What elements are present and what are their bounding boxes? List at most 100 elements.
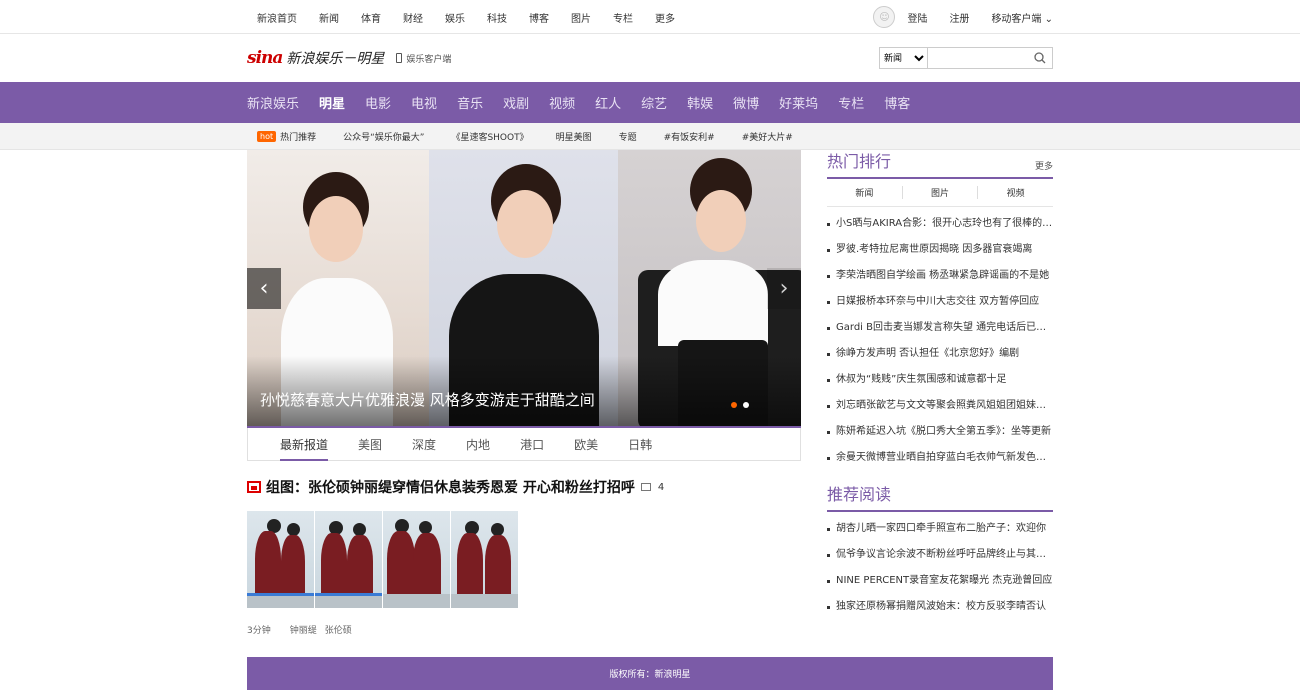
ranking-tab-photos[interactable]: 图片 bbox=[903, 186, 979, 199]
avatar-icon[interactable]: ☺ bbox=[873, 6, 896, 28]
photo-slider[interactable]: 孙悦慈春意大片优雅浪漫 风格多变游走于甜酷之间 ‹ › bbox=[247, 150, 801, 426]
article-thumbnails bbox=[247, 511, 801, 608]
ranking-item[interactable]: 小S晒与AKIRA合影：很开心志玲也有了很棒的归宿 bbox=[827, 211, 1053, 237]
register-link[interactable]: 注册 bbox=[949, 10, 969, 25]
recommended-reading: 推荐阅读 胡杏儿晒一家四口牵手照宣布二胎产子：欢迎你 侃爷争议言论余波不断粉丝呼… bbox=[827, 483, 1053, 620]
tab-depth[interactable]: 深度 bbox=[412, 428, 436, 461]
slider-dot-2[interactable] bbox=[743, 402, 749, 408]
hot-link-shoot[interactable]: 《星速客SHOOT》 bbox=[451, 130, 528, 143]
gallery-icon bbox=[640, 483, 651, 491]
right-column: 热门排行 更多 新闻 图片 视频 小S晒与AKIRA合影：很开心志玲也有了很棒的… bbox=[827, 150, 1053, 620]
nav-influencer[interactable]: 红人 bbox=[595, 93, 621, 112]
thumbnail-4[interactable] bbox=[451, 511, 518, 608]
slider-dots bbox=[731, 402, 749, 408]
left-column: 孙悦慈春意大片优雅浪漫 风格多变游走于甜酷之间 ‹ › 最新报道 美图 深度 内… bbox=[247, 150, 801, 636]
tab-hk[interactable]: 港口 bbox=[520, 428, 544, 461]
top-right: ☺ 登陆 注册 移动客户端 ⌄ bbox=[873, 6, 1053, 28]
recommended-item[interactable]: NINE PERCENT录音室友花絮曝光 杰克逊曾回应 bbox=[827, 568, 1053, 594]
hot-link-recommend[interactable]: 热门推荐 bbox=[280, 130, 316, 143]
ranking-item[interactable]: 李荣浩晒图自学绘画 杨丞琳紧急辟谣画的不是她 bbox=[827, 263, 1053, 289]
recommended-item[interactable]: 侃爷争议言论余波不断粉丝呼吁品牌终止与其合作 bbox=[827, 542, 1053, 568]
top-nav-column[interactable]: 专栏 bbox=[613, 10, 633, 25]
nav-column[interactable]: 专栏 bbox=[838, 93, 864, 112]
thumbnail-3[interactable] bbox=[383, 511, 450, 608]
hot-ranking: 热门排行 更多 新闻 图片 视频 小S晒与AKIRA合影：很开心志玲也有了很棒的… bbox=[827, 150, 1053, 471]
nav-tv[interactable]: 电视 bbox=[411, 93, 437, 112]
nav-stars[interactable]: 明星 bbox=[319, 93, 345, 112]
top-nav-blog[interactable]: 博客 bbox=[529, 10, 549, 25]
site-header: sina 新浪娱乐－明星 娱乐客户端 新闻 bbox=[0, 34, 1300, 82]
slider-dot-1[interactable] bbox=[731, 402, 737, 408]
ranking-item[interactable]: 徐峥方发声明 否认担任《北京您好》编剧 bbox=[827, 341, 1053, 367]
tag-link[interactable]: 钟丽缇 bbox=[290, 623, 317, 636]
top-nav-news[interactable]: 新闻 bbox=[319, 10, 339, 25]
slider-prev-button[interactable]: ‹ bbox=[247, 268, 281, 309]
search-button[interactable] bbox=[1028, 48, 1052, 68]
hot-link-photoshoot[interactable]: #美好大片# bbox=[742, 130, 793, 143]
thumbnail-1[interactable] bbox=[247, 511, 314, 608]
login-link[interactable]: 登陆 bbox=[907, 10, 927, 25]
ranking-item[interactable]: Gardi B回击麦当娜发言称失望 通完电话后已和解 bbox=[827, 315, 1053, 341]
nav-korean[interactable]: 韩娱 bbox=[687, 93, 713, 112]
ranking-item[interactable]: 休叔为“贱贱”庆生氛围感和诚意都十足 bbox=[827, 367, 1053, 393]
recommended-item[interactable]: 胡杏儿晒一家四口牵手照宣布二胎产子：欢迎你 bbox=[827, 516, 1053, 542]
ranking-tab-video[interactable]: 视频 bbox=[978, 186, 1053, 199]
recommended-item[interactable]: 独家还原杨幂捐赠风波始末：校方反驳李晴否认 bbox=[827, 594, 1053, 620]
hot-link-topics[interactable]: 专题 bbox=[619, 130, 637, 143]
tab-west[interactable]: 欧美 bbox=[574, 428, 598, 461]
article-title[interactable]: 组图：张伦硕钟丽缇穿情侣休息装秀恩爱 开心和粉丝打招呼 bbox=[266, 477, 635, 497]
search-input[interactable] bbox=[928, 48, 1028, 68]
nav-hollywood[interactable]: 好莱坞 bbox=[779, 93, 818, 112]
recommended-title: 推荐阅读 bbox=[827, 485, 892, 504]
ranking-list: 小S晒与AKIRA合影：很开心志玲也有了很棒的归宿 罗彼.考特拉尼离世原因揭晓 … bbox=[827, 211, 1053, 471]
article-item: 组图：张伦硕钟丽缇穿情侣休息装秀恩爱 开心和粉丝打招呼 4 3分钟 钟丽缇 张伦… bbox=[247, 477, 801, 636]
top-nav-photo[interactable]: 图片 bbox=[571, 10, 591, 25]
tab-latest[interactable]: 最新报道 bbox=[280, 428, 329, 461]
nav-variety[interactable]: 综艺 bbox=[641, 93, 667, 112]
slider-next-button[interactable]: › bbox=[767, 268, 801, 309]
hot-ranking-more-link[interactable]: 更多 bbox=[1035, 159, 1053, 172]
top-nav-finance[interactable]: 财经 bbox=[403, 10, 423, 25]
hot-link-wechat[interactable]: 公众号“娱乐你最大” bbox=[343, 130, 424, 143]
nav-music[interactable]: 音乐 bbox=[457, 93, 483, 112]
nav-movie[interactable]: 电影 bbox=[365, 93, 391, 112]
ranking-item[interactable]: 陈妍希延迟入坑《脱口秀大全第五季》：坐等更新 bbox=[827, 419, 1053, 445]
tab-photos[interactable]: 美图 bbox=[358, 428, 382, 461]
top-nav-sports[interactable]: 体育 bbox=[361, 10, 381, 25]
ranking-item[interactable]: 日媒报桥本环奈与中川大志交往 双方暂停回应 bbox=[827, 289, 1053, 315]
logo-channel-name: 新浪娱乐－明星 bbox=[286, 51, 385, 67]
ranking-tab-news[interactable]: 新闻 bbox=[827, 186, 903, 199]
nav-ent-home[interactable]: 新浪娱乐 bbox=[247, 93, 299, 112]
nav-weibo[interactable]: 微博 bbox=[733, 93, 759, 112]
tag-link[interactable]: 张伦硕 bbox=[325, 623, 352, 636]
recommended-header: 推荐阅读 bbox=[827, 483, 1053, 512]
ranking-item[interactable]: 刘忘晒张歆艺与文文等聚会照粪风姐姐团姐妹情深 bbox=[827, 393, 1053, 419]
search-category-select[interactable]: 新闻 bbox=[880, 48, 928, 68]
thumbnail-2[interactable] bbox=[315, 511, 382, 608]
hot-link-star-photos[interactable]: 明星美图 bbox=[556, 130, 592, 143]
site-logo[interactable]: sina 新浪娱乐－明星 bbox=[247, 48, 384, 68]
tab-jp-kr[interactable]: 日韩 bbox=[628, 428, 652, 461]
ranking-item[interactable]: 罗彼.考特拉尼离世原因揭晓 因多器官衰竭离 bbox=[827, 237, 1053, 263]
ranking-item[interactable]: 余曼天微博营业晒自拍穿蓝白毛衣帅气新发色出镜 bbox=[827, 445, 1053, 471]
top-nav-home[interactable]: 新浪首页 bbox=[257, 10, 297, 25]
article-title-row[interactable]: 组图：张伦硕钟丽缇穿情侣休息装秀恩爱 开心和粉丝打招呼 4 bbox=[247, 477, 801, 497]
mobile-client-menu[interactable]: 移动客户端 ⌄ bbox=[991, 10, 1053, 25]
photo-count: 4 bbox=[657, 481, 665, 493]
hot-link-fan-share[interactable]: #有饭安利# bbox=[664, 130, 715, 143]
phone-icon bbox=[396, 53, 403, 63]
top-nav-ent[interactable]: 娱乐 bbox=[445, 10, 465, 25]
ent-client-link[interactable]: 娱乐客户端 bbox=[396, 52, 451, 65]
nav-video[interactable]: 视频 bbox=[549, 93, 575, 112]
news-tabs: 最新报道 美图 深度 内地 港口 欧美 日韩 bbox=[247, 428, 801, 461]
slide-caption[interactable]: 孙悦慈春意大片优雅浪漫 风格多变游走于甜酷之间 bbox=[260, 389, 595, 410]
top-nav-tech[interactable]: 科技 bbox=[487, 10, 507, 25]
tab-mainland[interactable]: 内地 bbox=[466, 428, 490, 461]
search-icon bbox=[1034, 52, 1046, 64]
channel-nav: 新浪娱乐 明星 电影 电视 音乐 戏剧 视频 红人 综艺 韩娱 微博 好莱坞 专… bbox=[0, 82, 1300, 123]
copyright-text: 版权所有：新浪明星 bbox=[609, 670, 691, 680]
top-nav-more[interactable]: 更多 bbox=[655, 10, 675, 25]
nav-drama[interactable]: 戏剧 bbox=[503, 93, 529, 112]
recommended-list: 胡杏儿晒一家四口牵手照宣布二胎产子：欢迎你 侃爷争议言论余波不断粉丝呼吁品牌终止… bbox=[827, 516, 1053, 620]
nav-blog[interactable]: 博客 bbox=[884, 93, 910, 112]
